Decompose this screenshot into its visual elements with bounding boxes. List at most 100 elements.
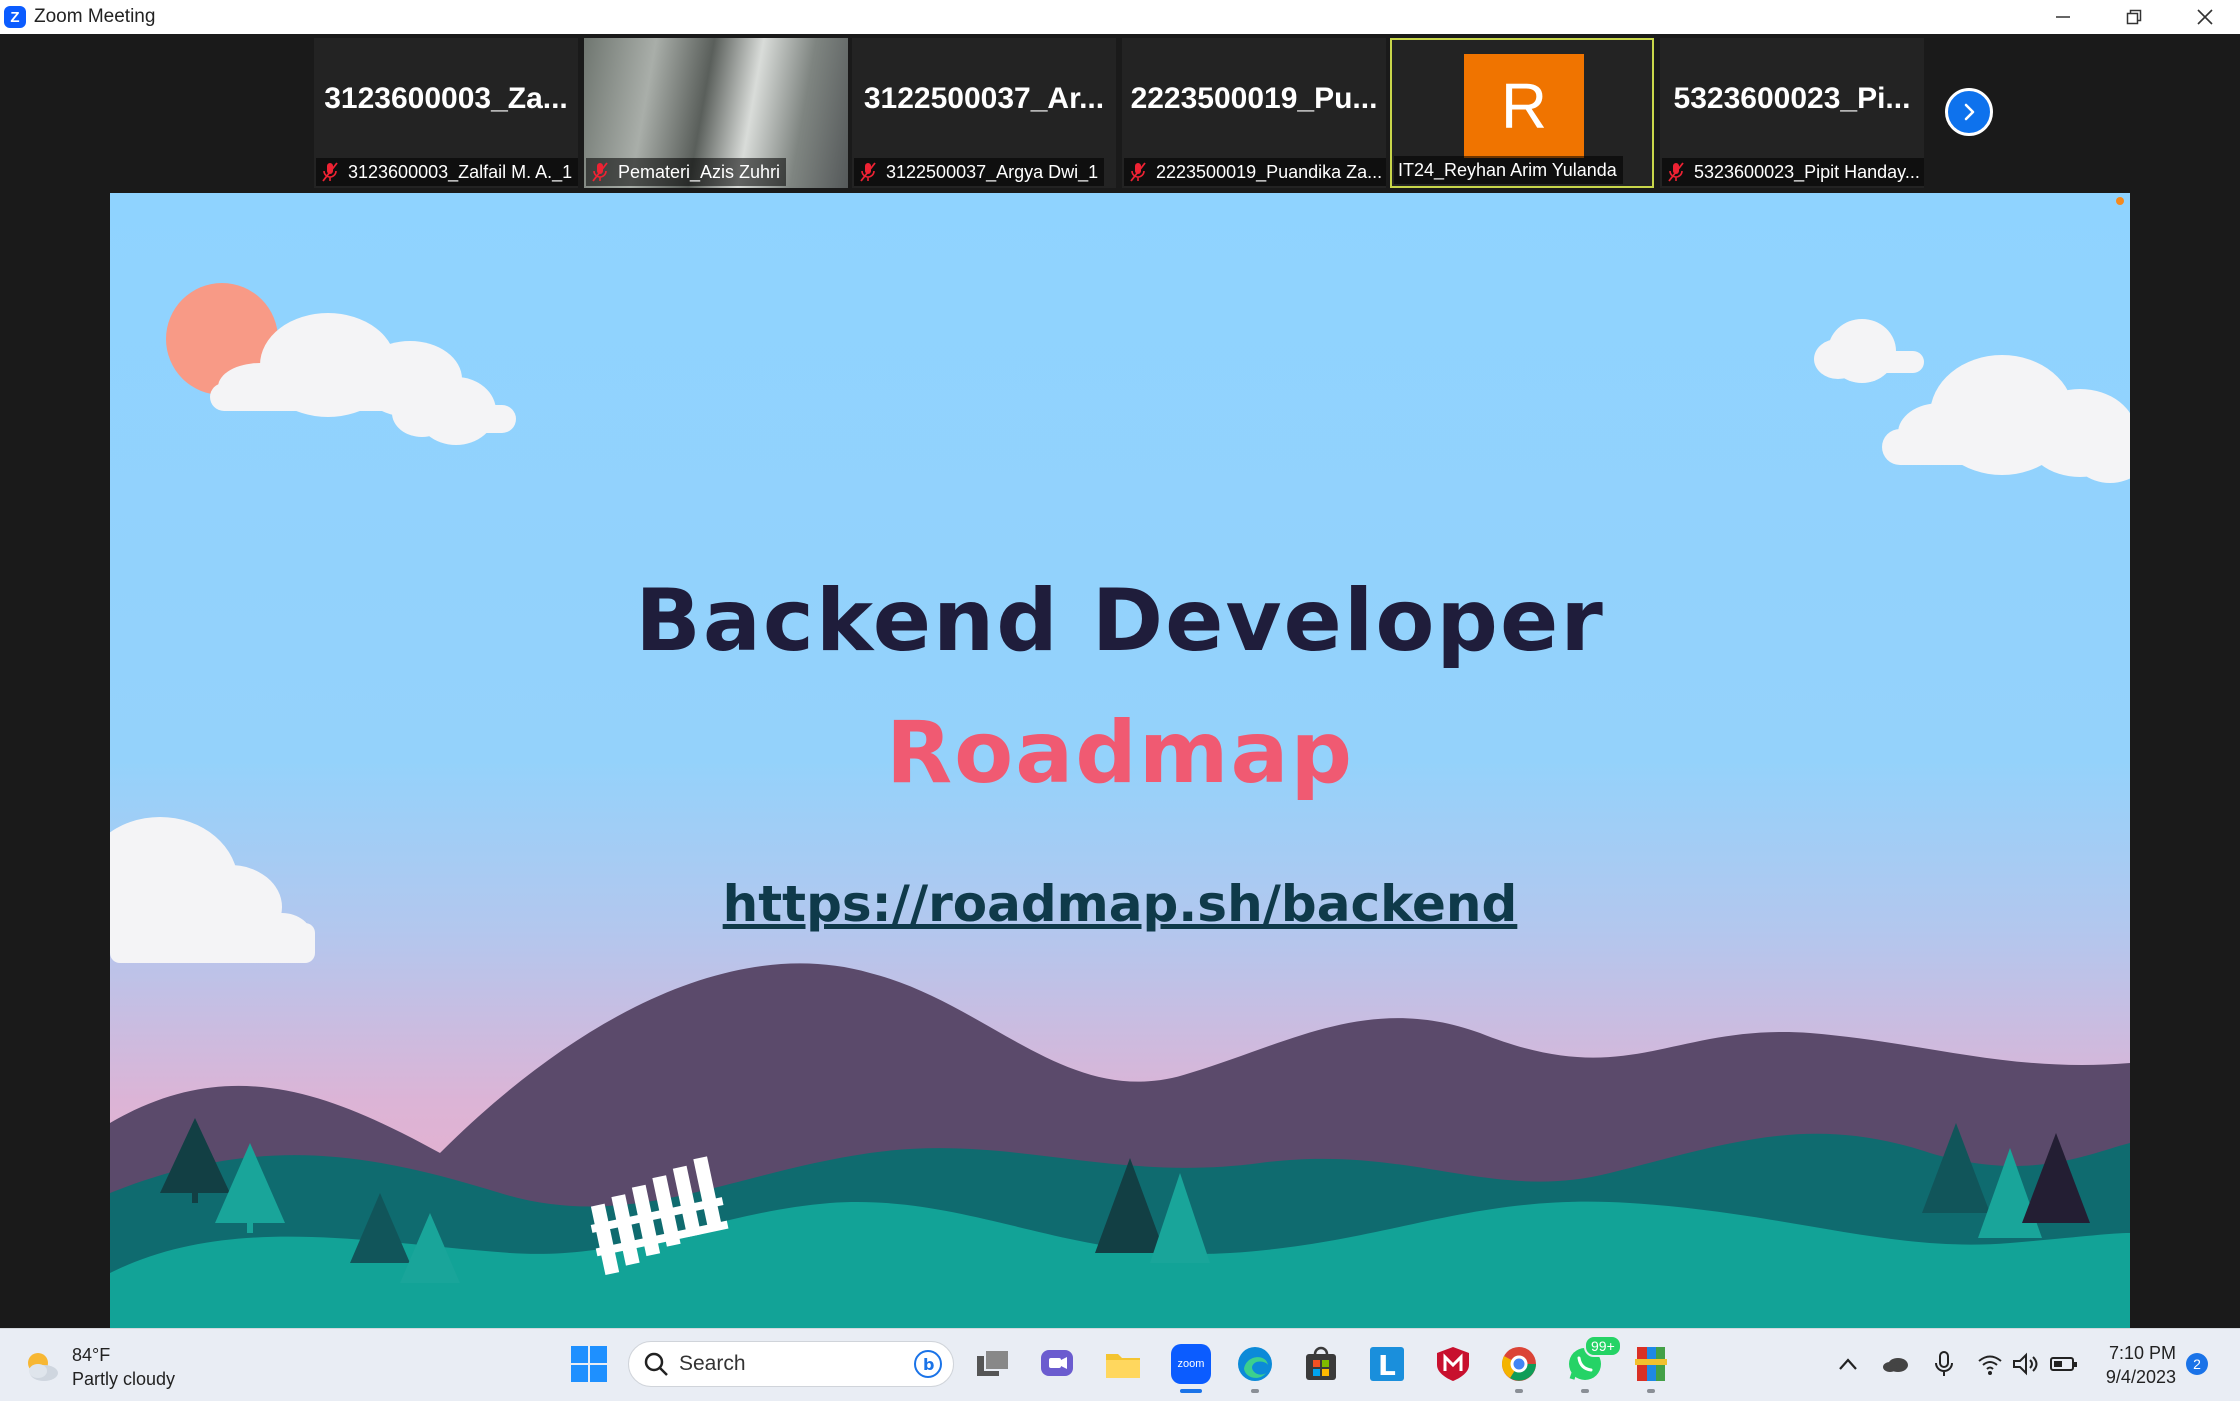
running-indicator bbox=[1180, 1389, 1202, 1393]
chevron-up-icon bbox=[1839, 1358, 1857, 1370]
participant-label-text: IT24_Reyhan Arim Yulanda bbox=[1398, 159, 1617, 180]
bing-icon: b bbox=[914, 1350, 942, 1378]
participant-tile-video[interactable]: Pemateri_Azis Zuhri bbox=[584, 38, 848, 188]
microphone-icon bbox=[1935, 1351, 1953, 1376]
teams-chat-button[interactable] bbox=[1036, 1343, 1078, 1385]
avatar: R bbox=[1464, 54, 1584, 158]
running-indicator bbox=[1581, 1389, 1589, 1393]
volume-button[interactable] bbox=[2006, 1343, 2046, 1385]
mic-muted-icon bbox=[592, 162, 608, 182]
launcher-l-button[interactable]: L bbox=[1366, 1343, 1408, 1385]
winrar-icon bbox=[1635, 1347, 1667, 1381]
zoom-app-label: zoom bbox=[1177, 1358, 1205, 1370]
cloud bbox=[1882, 355, 2130, 483]
l-app-icon: L bbox=[1370, 1347, 1404, 1382]
participant-tile[interactable]: 3123600003_Za... 3123600003_Zalfail M. A… bbox=[314, 38, 578, 188]
participant-label-text: 3123600003_Zalfail M. A._1 bbox=[348, 161, 573, 182]
store-icon bbox=[1306, 1346, 1336, 1380]
search-icon bbox=[644, 1352, 668, 1376]
chrome-button[interactable] bbox=[1498, 1343, 1540, 1393]
participant-label: 5323600023_Pipit Handay... bbox=[1662, 158, 1924, 186]
task-view-button[interactable] bbox=[972, 1343, 1014, 1385]
participant-name: 2223500019_Pu... bbox=[1130, 82, 1378, 115]
svg-text:L: L bbox=[1378, 1349, 1396, 1382]
participant-gallery: 3123600003_Za... 3123600003_Zalfail M. A… bbox=[0, 34, 2240, 192]
battery-icon bbox=[2050, 1357, 2077, 1371]
battery-button[interactable] bbox=[2044, 1343, 2084, 1385]
running-indicator bbox=[1515, 1389, 1523, 1393]
onedrive-button[interactable] bbox=[1876, 1343, 1916, 1385]
participant-name: 5323600023_Pi... bbox=[1673, 82, 1911, 115]
restore-icon bbox=[2126, 9, 2141, 25]
weather-temperature: 84°F bbox=[72, 1345, 111, 1365]
participant-label-text: 2223500019_Puandika Za... bbox=[1156, 161, 1383, 182]
clock-time: 7:10 PM bbox=[2108, 1343, 2176, 1363]
participant-tile[interactable]: 3122500037_Ar... 3122500037_Argya Dwi_1 bbox=[852, 38, 1116, 188]
clock[interactable]: 7:10 PM 9/4/2023 bbox=[2096, 1341, 2176, 1389]
participant-label-text: 5323600023_Pipit Handay... bbox=[1694, 161, 1920, 182]
minimize-icon bbox=[2055, 16, 2070, 18]
participant-label: IT24_Reyhan Arim Yulanda bbox=[1394, 156, 1623, 184]
wifi-button[interactable] bbox=[1970, 1343, 2010, 1385]
participant-name: 3123600003_Za... bbox=[324, 82, 568, 115]
mic-muted-icon bbox=[1668, 162, 1684, 182]
participant-tile[interactable]: 5323600023_Pi... 5323600023_Pipit Handay… bbox=[1660, 38, 1924, 188]
participant-label: 2223500019_Puandika Za... bbox=[1124, 158, 1386, 186]
window-controls bbox=[2027, 0, 2240, 34]
microphone-button[interactable] bbox=[1924, 1343, 1964, 1385]
zoom-taskbar-button[interactable]: zoom bbox=[1168, 1343, 1214, 1393]
slide-title: Backend Developer bbox=[635, 571, 1605, 671]
notification-count-badge[interactable]: 2 bbox=[2186, 1353, 2208, 1375]
title-bar: Z Zoom Meeting bbox=[0, 0, 2240, 34]
weather-widget[interactable]: 84°F Partly cloudy bbox=[22, 1343, 175, 1391]
wifi-icon bbox=[1978, 1355, 2002, 1375]
participant-tile-active-speaker[interactable]: R IT24_Reyhan Arim Yulanda bbox=[1390, 38, 1654, 188]
mic-muted-icon bbox=[1130, 162, 1146, 182]
notification-badge: 99+ bbox=[1584, 1335, 1622, 1357]
zoom-logo-icon: Z bbox=[4, 6, 26, 28]
show-hidden-icons-button[interactable] bbox=[1828, 1343, 1868, 1385]
restore-button[interactable] bbox=[2098, 0, 2169, 34]
folder-icon bbox=[1106, 1354, 1140, 1378]
partly-cloudy-icon bbox=[28, 1353, 58, 1381]
participant-label: 3123600003_Zalfail M. A._1 bbox=[316, 158, 578, 186]
taskbar: 84°F Partly cloudy Search b zoom L 99+ 7… bbox=[0, 1328, 2240, 1401]
next-page-button[interactable] bbox=[1945, 88, 1993, 136]
speaker-icon bbox=[2013, 1352, 2038, 1376]
chrome-icon bbox=[1502, 1347, 1536, 1381]
shared-screen-slide: Backend Developer Roadmap https://roadma… bbox=[110, 193, 2130, 1328]
participant-tile[interactable]: 2223500019_Pu... 2223500019_Puandika Za.… bbox=[1122, 38, 1386, 188]
running-indicator bbox=[1251, 1389, 1259, 1393]
minimize-button[interactable] bbox=[2027, 0, 2098, 34]
clock-date: 9/4/2023 bbox=[2105, 1367, 2176, 1387]
windows-logo-icon bbox=[571, 1346, 607, 1382]
close-button[interactable] bbox=[2169, 0, 2240, 34]
participant-name: 3122500037_Ar... bbox=[863, 82, 1105, 115]
whatsapp-button[interactable]: 99+ bbox=[1564, 1335, 1622, 1393]
running-indicator bbox=[1647, 1389, 1655, 1393]
participant-label: 3122500037_Argya Dwi_1 bbox=[854, 158, 1105, 186]
chevron-right-icon bbox=[1964, 103, 1975, 121]
slide-link[interactable]: https://roadmap.sh/backend bbox=[110, 875, 2130, 933]
mcafee-shield-icon bbox=[1437, 1347, 1469, 1381]
office-app-button[interactable] bbox=[1630, 1343, 1672, 1393]
store-button[interactable] bbox=[1300, 1343, 1342, 1385]
start-button[interactable] bbox=[570, 1345, 608, 1388]
search-placeholder: Search bbox=[679, 1352, 746, 1375]
close-icon bbox=[2196, 9, 2213, 25]
mic-muted-icon bbox=[322, 162, 338, 182]
cloud bbox=[1814, 319, 1924, 383]
chat-icon bbox=[1041, 1350, 1073, 1376]
cloud-icon bbox=[1883, 1358, 1908, 1372]
recording-indicator bbox=[2116, 197, 2124, 205]
window-title: Zoom Meeting bbox=[34, 6, 156, 27]
mcafee-button[interactable] bbox=[1432, 1343, 1474, 1385]
slide-subtitle: Roadmap bbox=[885, 703, 1355, 803]
file-explorer-button[interactable] bbox=[1102, 1343, 1144, 1385]
participant-label-text: 3122500037_Argya Dwi_1 bbox=[886, 161, 1099, 182]
edge-browser-icon bbox=[1238, 1347, 1272, 1381]
search-input[interactable]: Search b bbox=[628, 1341, 954, 1387]
svg-text:b: b bbox=[923, 1355, 934, 1374]
edge-button[interactable] bbox=[1234, 1343, 1276, 1393]
weather-description: Partly cloudy bbox=[72, 1369, 176, 1389]
